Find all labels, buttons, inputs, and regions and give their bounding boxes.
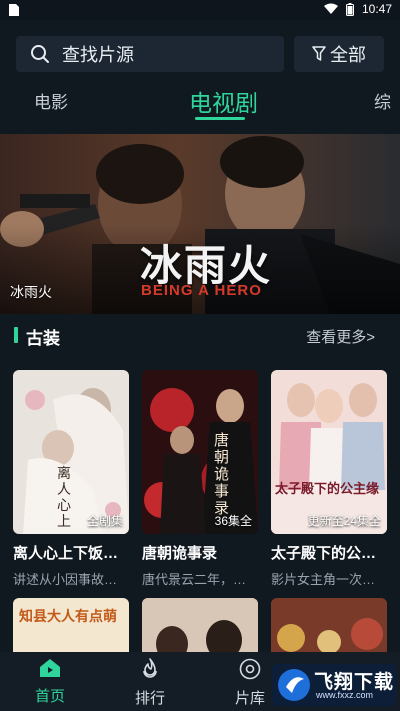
poster-title-art: 离人心上 (57, 466, 71, 530)
drama-poster-partial[interactable] (142, 598, 258, 652)
film-reel-icon (239, 658, 261, 680)
search-placeholder: 查找片源 (62, 45, 134, 65)
watermark-logo-icon (278, 669, 310, 701)
home-icon (40, 659, 60, 677)
drama-title: 离人心上下饭… (13, 545, 119, 562)
tab-movie[interactable]: 电影 (34, 88, 68, 113)
drama-card[interactable]: 唐朝诡事录 36集全 唐朝诡事录 唐代景云二年，… (142, 370, 258, 588)
search-icon (31, 45, 49, 63)
poster-image (271, 370, 387, 534)
section-title: 古装 (26, 329, 60, 348)
poster-title-art: 知县大人有点萌 (19, 609, 117, 625)
drama-title: 太子殿下的公… (271, 545, 377, 562)
poster-title-art: 唐朝诡事录 (214, 431, 230, 517)
drama-description: 讲述从小因事故… (13, 572, 118, 587)
tab-variety[interactable]: 综 (374, 88, 391, 113)
battery-icon (345, 2, 354, 16)
featured-banner[interactable]: 冰雨火 BEING A HERO 冰雨火 (0, 134, 400, 314)
flame-icon (143, 658, 157, 678)
category-tabs: 电影 电视剧 综 (0, 78, 400, 128)
drama-poster-partial[interactable] (271, 598, 387, 652)
drama-poster: 太子殿下的公主缘 更新至24集全 (271, 370, 387, 534)
nav-home-label: 首页 (34, 688, 65, 705)
drama-poster: 离人心上 全剧集 (13, 370, 129, 534)
banner-poster-subtitle: BEING A HERO (141, 282, 262, 299)
episode-badge: 36集全 (214, 514, 252, 528)
search-row: 查找片源 全部 (16, 36, 384, 72)
site-watermark: 飞翔下载 www.fxxz.com (272, 664, 396, 706)
filter-label: 全部 (330, 45, 366, 65)
status-bar: 10:47 (0, 0, 400, 20)
episode-badge: 更新至24集全 (307, 514, 381, 528)
drama-description: 唐代景云二年，… (142, 572, 247, 587)
wifi-icon (323, 3, 338, 14)
poster-title-art: 太子殿下的公主缘 (275, 482, 380, 497)
filter-icon (312, 46, 326, 61)
see-more-link[interactable]: 查看更多> (306, 326, 375, 347)
drama-title: 唐朝诡事录 (142, 545, 218, 562)
search-input[interactable]: 查找片源 (16, 36, 284, 72)
section-accent-bar (14, 327, 18, 343)
nav-home[interactable]: 首页 (10, 658, 90, 706)
active-tab-indicator (195, 117, 245, 120)
drama-card[interactable]: 离人心上 全剧集 离人心上下饭… 讲述从小因事故… (13, 370, 129, 588)
drama-poster: 唐朝诡事录 36集全 (142, 370, 258, 534)
poster-image (142, 370, 258, 534)
poster-image (271, 598, 387, 652)
nav-ranking-label: 排行 (134, 690, 165, 707)
sim-card-icon (9, 4, 19, 16)
poster-image (142, 598, 258, 652)
section-header: 古装 查看更多> (0, 318, 400, 354)
clock: 10:47 (361, 2, 392, 16)
banner-caption: 冰雨火 (10, 284, 52, 300)
nav-ranking[interactable]: 排行 (110, 658, 190, 708)
drama-description: 影片女主角一次… (271, 572, 376, 587)
drama-card[interactable]: 太子殿下的公主缘 更新至24集全 太子殿下的公… 影片女主角一次… (271, 370, 387, 588)
watermark-url: www.fxxz.com (316, 690, 374, 700)
episode-badge: 全剧集 (86, 514, 123, 528)
tab-tv-series[interactable]: 电视剧 (189, 84, 258, 118)
drama-poster-partial[interactable]: 知县大人有点萌 (13, 598, 129, 652)
filter-button[interactable]: 全部 (294, 36, 384, 72)
